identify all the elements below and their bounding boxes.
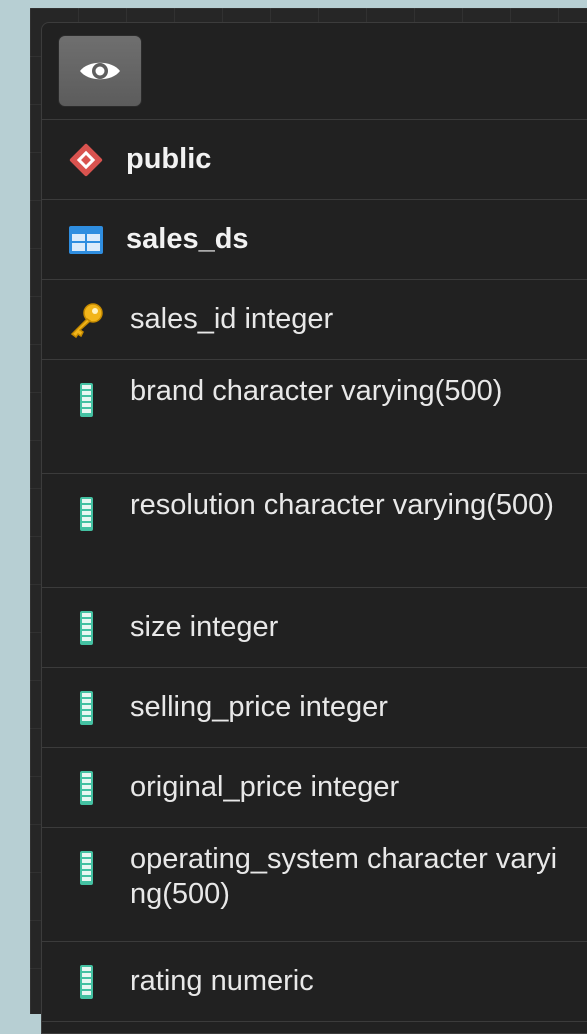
column-icon [66,382,106,418]
column-row[interactable]: brand character varying(500) [42,360,587,474]
column-row[interactable]: original_price integer [42,748,587,828]
column-label: original_price integer [130,771,400,803]
column-label: selling_price integer [130,691,388,723]
column-label: rating numeric [130,965,314,997]
column-icon [66,964,106,1000]
column-label: brand character varying(500) [130,375,503,407]
column-icon [66,690,106,726]
schema-diamond-icon [66,142,106,178]
column-row[interactable]: rating numeric [42,942,587,1022]
column-icon [66,610,106,646]
column-label: resolution character varying(500) [130,489,554,521]
column-label: size integer [130,611,279,643]
column-icon [66,496,106,532]
tree-item-table[interactable]: sales_ds [42,200,587,280]
column-row[interactable]: selling_price integer [42,668,587,748]
table-label: sales_ds [126,223,249,255]
eye-icon [80,62,120,80]
column-label: sales_id integer [130,303,334,335]
column-icon [66,770,106,806]
tree-item-schema[interactable]: public [42,120,587,200]
table-node-panel: public sales_ds sales_id integer brand c… [41,22,587,1034]
column-row[interactable]: size integer [42,588,587,668]
column-label: operating_system character varying(500) [130,843,558,910]
column-row-primary-key[interactable]: sales_id integer [42,280,587,360]
primary-key-icon [66,302,106,338]
toggle-view-button[interactable] [58,35,142,107]
column-row[interactable]: resolution character varying(500) [42,474,587,588]
column-icon [66,850,106,886]
table-icon [66,222,106,258]
panel-toolbar [42,23,587,120]
column-row[interactable]: operating_system character varying(500) [42,828,587,942]
schema-label: public [126,143,212,175]
